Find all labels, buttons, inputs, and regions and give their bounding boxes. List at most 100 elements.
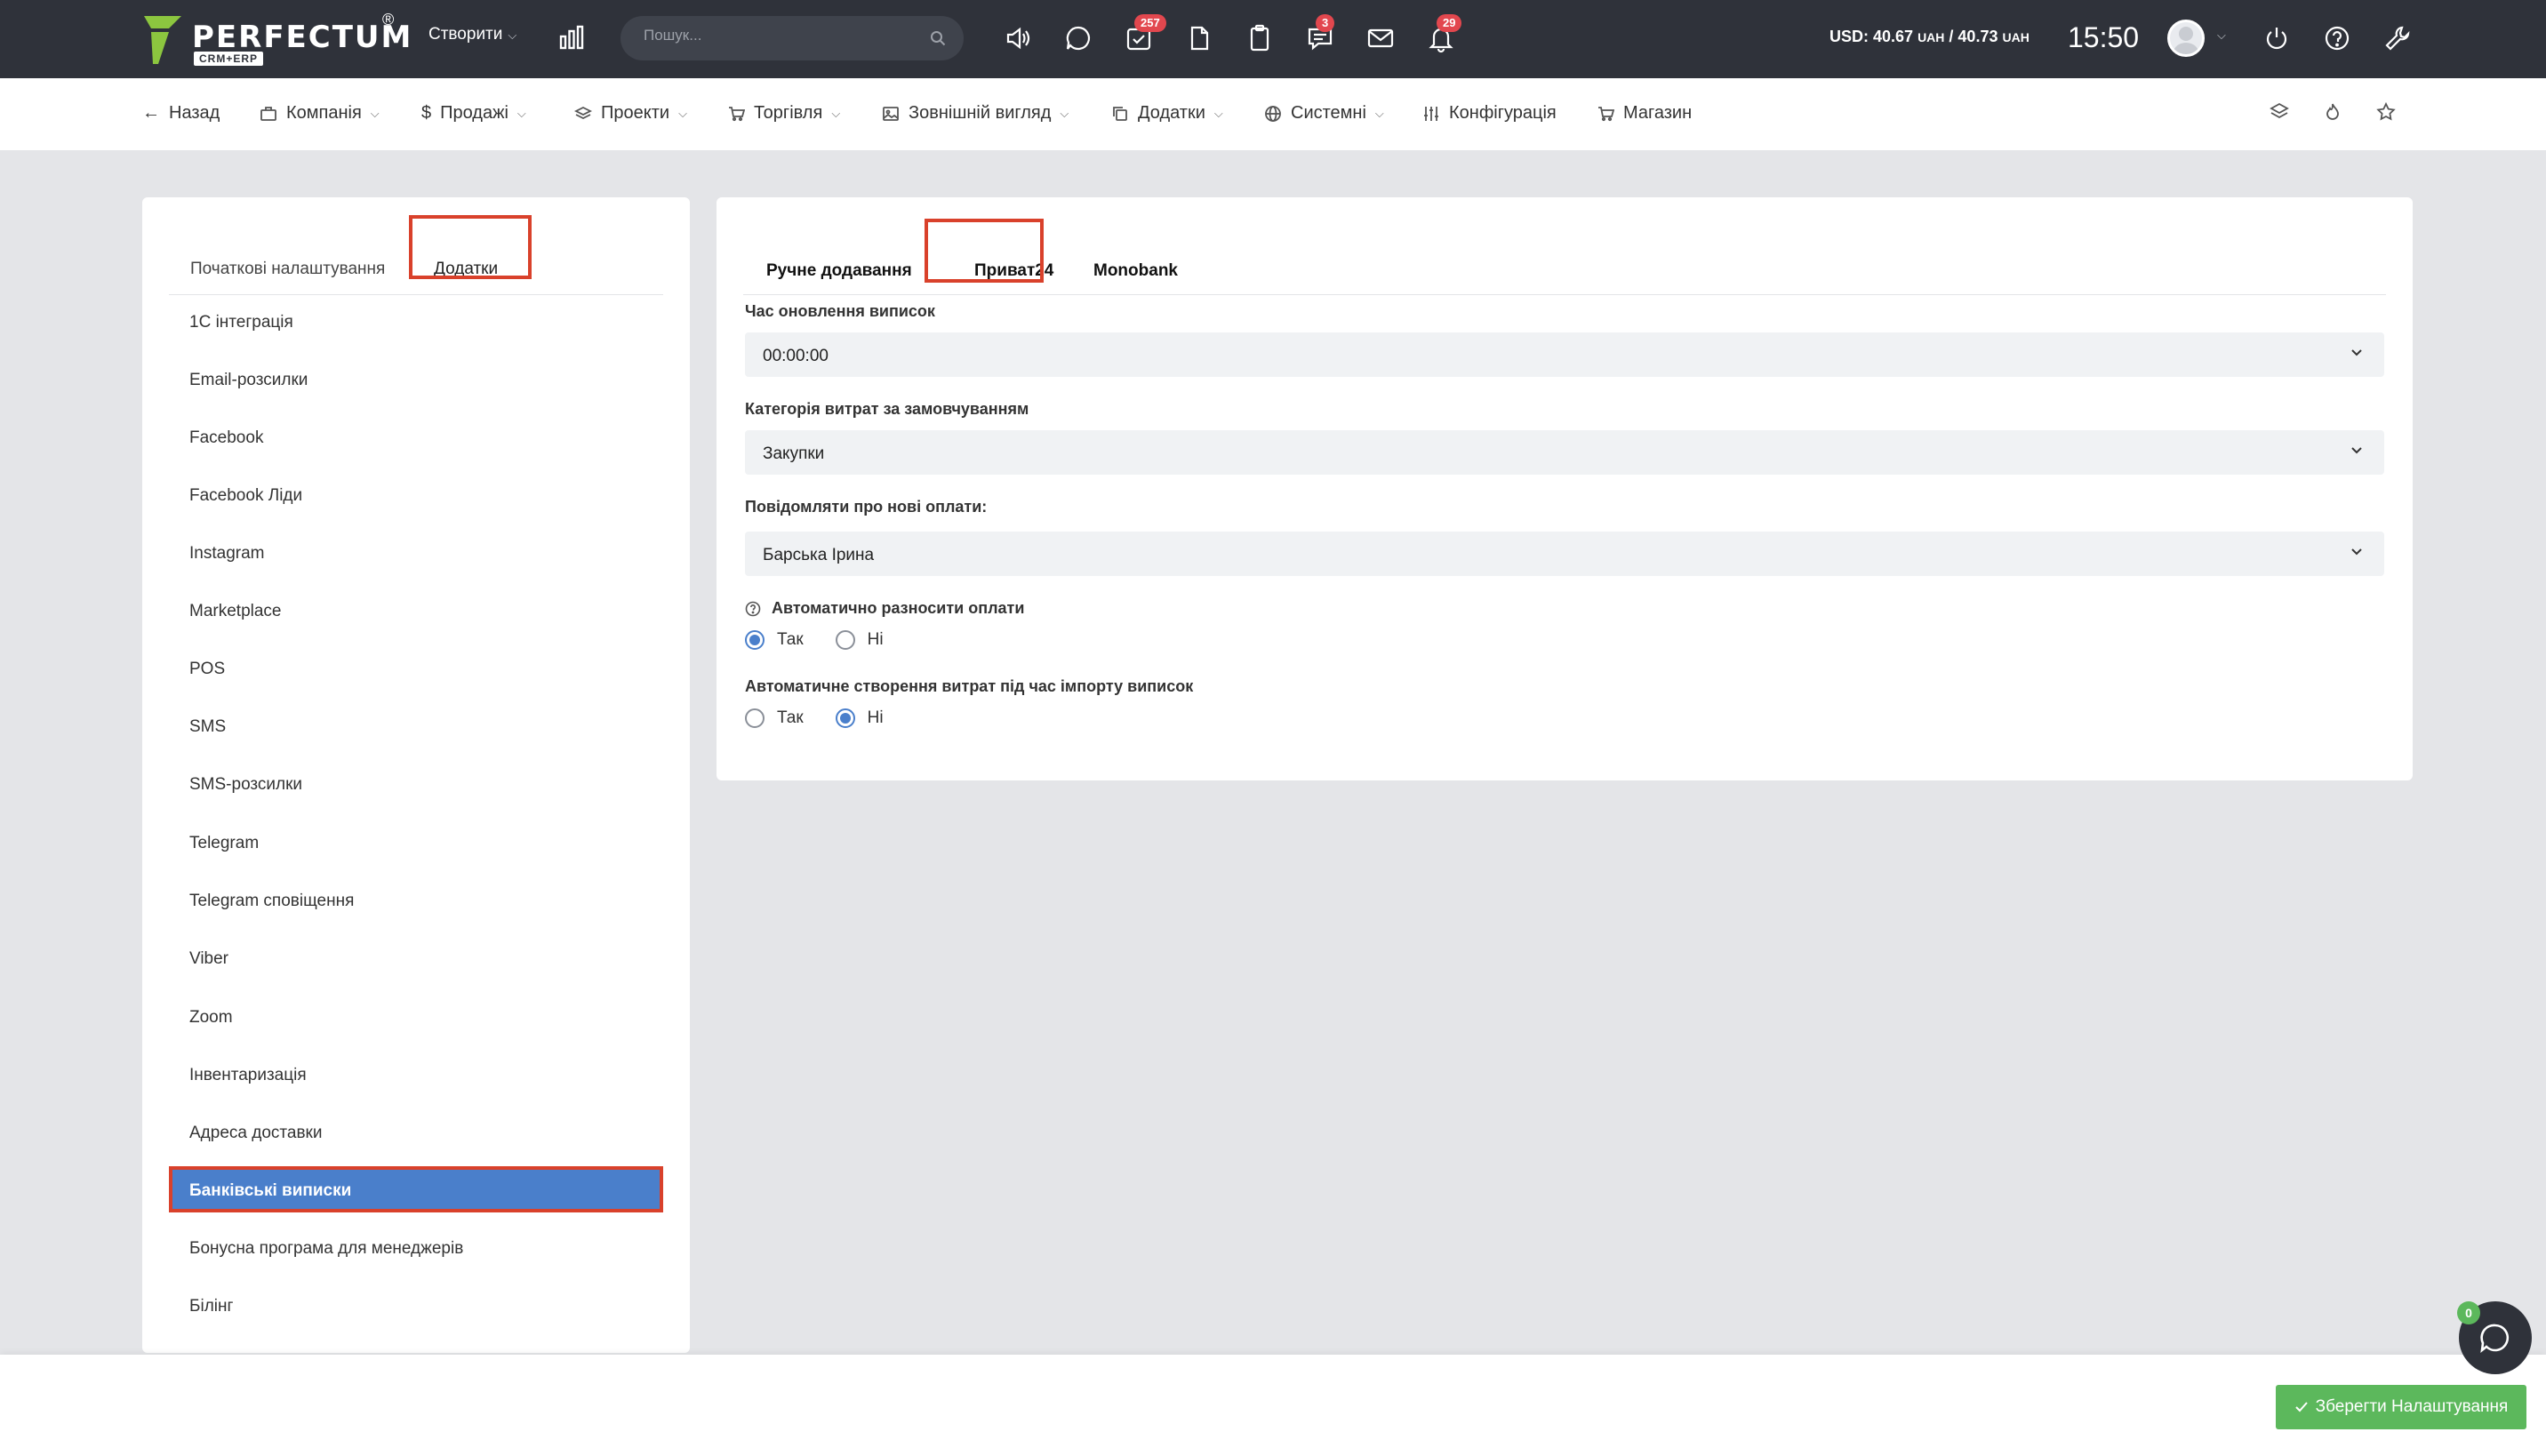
check-icon <box>2294 1402 2308 1412</box>
notify-label: Повідомляти про нові оплати: <box>745 498 988 516</box>
logo[interactable]: PERFECTUM ® CRM+ERP <box>142 11 411 68</box>
currency-rate: USD: 40.67 UAH / 40.73 UAH <box>1829 28 2030 46</box>
image-icon <box>883 106 899 121</box>
footer-bar: Зберегти Налаштування <box>0 1355 2546 1456</box>
chevron-down-icon: ⌵ <box>831 106 841 120</box>
logo-leaf-icon <box>144 16 181 64</box>
currency-second-rate: / 40.73 <box>1949 28 1998 45</box>
sidebar-item-pos[interactable]: POS <box>189 660 225 679</box>
sidebar-item-1c[interactable]: 1С інтеграція <box>189 313 293 332</box>
notify-value: Барська Ірина <box>763 546 875 564</box>
sidebar-item-telegram[interactable]: Telegram <box>189 834 259 853</box>
highlight-frame <box>409 215 532 279</box>
nav-appearance[interactable]: Зовнішній вигляд ⌵ <box>882 103 1069 124</box>
auto-expense-no-radio[interactable] <box>835 708 855 728</box>
chevron-down-icon: ⌵ <box>1060 106 1069 120</box>
save-settings-button[interactable]: Зберегти Налаштування <box>2276 1385 2526 1429</box>
chevron-down-icon <box>2351 349 2362 356</box>
clipboard-icon[interactable] <box>1245 23 1275 53</box>
auto-pay-yes-radio[interactable] <box>745 630 765 650</box>
flame-icon[interactable] <box>2322 101 2343 123</box>
tab-monobank[interactable]: Monobank <box>1093 261 1178 281</box>
nav-back[interactable]: ← Назад <box>142 103 220 124</box>
settings-sidebar: Початкові налаштування Додатки 1С інтегр… <box>142 197 690 1353</box>
brand-name: PERFECTUM <box>192 20 413 55</box>
top-bar: PERFECTUM ® CRM+ERP Створити ⌵ 257 3 29 U… <box>0 0 2546 78</box>
document-icon[interactable] <box>1184 23 1214 53</box>
update-time-value: 00:00:00 <box>763 347 829 365</box>
brand-reg: ® <box>382 11 395 28</box>
sidebar-item-bank-statements[interactable]: Банківські виписки <box>169 1166 663 1212</box>
update-time-select[interactable]: 00:00:00 <box>745 332 2384 377</box>
tab-initial-settings[interactable]: Початкові налаштування <box>190 260 385 279</box>
nav-trade[interactable]: Торгівля ⌵ <box>727 103 840 124</box>
star-icon[interactable] <box>2375 101 2397 123</box>
wrench-icon[interactable] <box>2382 23 2413 53</box>
sidebar-item-billing[interactable]: Білінг <box>189 1297 233 1316</box>
messages-button[interactable]: 3 <box>1305 14 1335 53</box>
sidebar-item-facebook[interactable]: Facebook <box>189 428 263 448</box>
nav-appearance-label: Зовнішній вигляд <box>909 103 1052 123</box>
sidebar-item-delivery-address[interactable]: Адреса доставки <box>189 1124 322 1143</box>
chat-icon <box>2480 1324 2510 1354</box>
auto-pay-no-radio[interactable] <box>835 630 855 650</box>
tasks-button[interactable]: 257 <box>1124 14 1166 53</box>
mail-icon[interactable] <box>1365 23 1396 53</box>
sidebar-item-sms-mailing[interactable]: SMS-розсилки <box>189 775 302 795</box>
tab-manual[interactable]: Ручне додавання <box>766 261 912 281</box>
messages-badge: 3 <box>1316 14 1335 32</box>
help-circle-icon[interactable] <box>745 601 761 617</box>
nav-sales-label: Продажі <box>440 103 508 123</box>
nav-company-label: Компанія <box>286 103 362 123</box>
help-icon[interactable] <box>2322 23 2352 53</box>
copy-icon <box>1113 106 1127 121</box>
sidebar-item-marketplace[interactable]: Marketplace <box>189 602 282 621</box>
create-menu-button[interactable]: Створити ⌵ <box>428 25 516 44</box>
chat-widget-badge: 0 <box>2457 1301 2480 1324</box>
create-label: Створити <box>428 25 503 44</box>
nav-projects[interactable]: Проекти ⌵ <box>574 103 687 124</box>
sidebar-item-bonus-program[interactable]: Бонусна програма для менеджерів <box>189 1239 463 1259</box>
sidebar-item-facebook-leads[interactable]: Facebook Ліди <box>189 486 302 506</box>
category-value: Закупки <box>763 444 825 463</box>
nav-sales[interactable]: $ Продажі ⌵ <box>421 103 526 124</box>
auto-expense-yes-radio[interactable] <box>745 708 765 728</box>
currency-uah-1: UAH <box>1918 30 1945 44</box>
main-nav: ← Назад Компанія ⌵ $ Продажі ⌵ Проекти ⌵ Торг… <box>0 78 2546 151</box>
nav-config[interactable]: Конфігурація <box>1422 103 1557 124</box>
notifications-button[interactable]: 29 <box>1426 14 1462 53</box>
sidebar-item-email[interactable]: Email-розсилки <box>189 371 308 390</box>
sidebar-item-viber[interactable]: Viber <box>189 949 228 969</box>
search-box[interactable] <box>620 16 964 60</box>
nav-addons-label: Додатки <box>1138 103 1205 123</box>
sidebar-item-inventory[interactable]: Інвентаризація <box>189 1066 307 1085</box>
chevron-down-icon[interactable]: ⌵ <box>2217 28 2226 43</box>
sidebar-item-sms[interactable]: SMS <box>189 717 226 737</box>
nav-addons[interactable]: Додатки ⌵ <box>1111 103 1223 124</box>
sidebar-item-instagram[interactable]: Instagram <box>189 544 264 564</box>
megaphone-icon[interactable] <box>1003 23 1033 53</box>
nav-company[interactable]: Компанія ⌵ <box>260 103 380 124</box>
auto-expense-yes-label: Так <box>777 708 804 727</box>
auto-pay-no-label: Ні <box>867 630 884 649</box>
power-icon[interactable] <box>2262 23 2292 53</box>
category-label: Категорія витрат за замовчуванням <box>745 400 1029 418</box>
search-icon[interactable] <box>930 30 946 46</box>
category-select[interactable]: Закупки <box>745 430 2384 475</box>
bar-chart-icon[interactable] <box>558 24 585 51</box>
layers-icon[interactable] <box>2269 101 2290 123</box>
avatar[interactable] <box>2167 20 2205 57</box>
sidebar-item-zoom[interactable]: Zoom <box>189 1008 233 1028</box>
nav-system[interactable]: Системні ⌵ <box>1264 103 1384 124</box>
notify-select[interactable]: Барська Ірина <box>745 532 2384 576</box>
chevron-down-icon: ⌵ <box>370 106 380 120</box>
sliders-icon <box>1424 106 1438 121</box>
sidebar-item-telegram-notify[interactable]: Telegram сповіщення <box>189 892 354 911</box>
chat-bubble-icon[interactable] <box>1063 23 1093 53</box>
search-input[interactable] <box>644 27 910 44</box>
chevron-down-icon <box>2351 447 2362 454</box>
nav-shop[interactable]: Магазин <box>1597 103 1692 124</box>
chevron-down-icon: ⌵ <box>508 28 517 42</box>
arrow-left-icon: ← <box>142 103 160 123</box>
notifications-badge: 29 <box>1437 14 1462 32</box>
